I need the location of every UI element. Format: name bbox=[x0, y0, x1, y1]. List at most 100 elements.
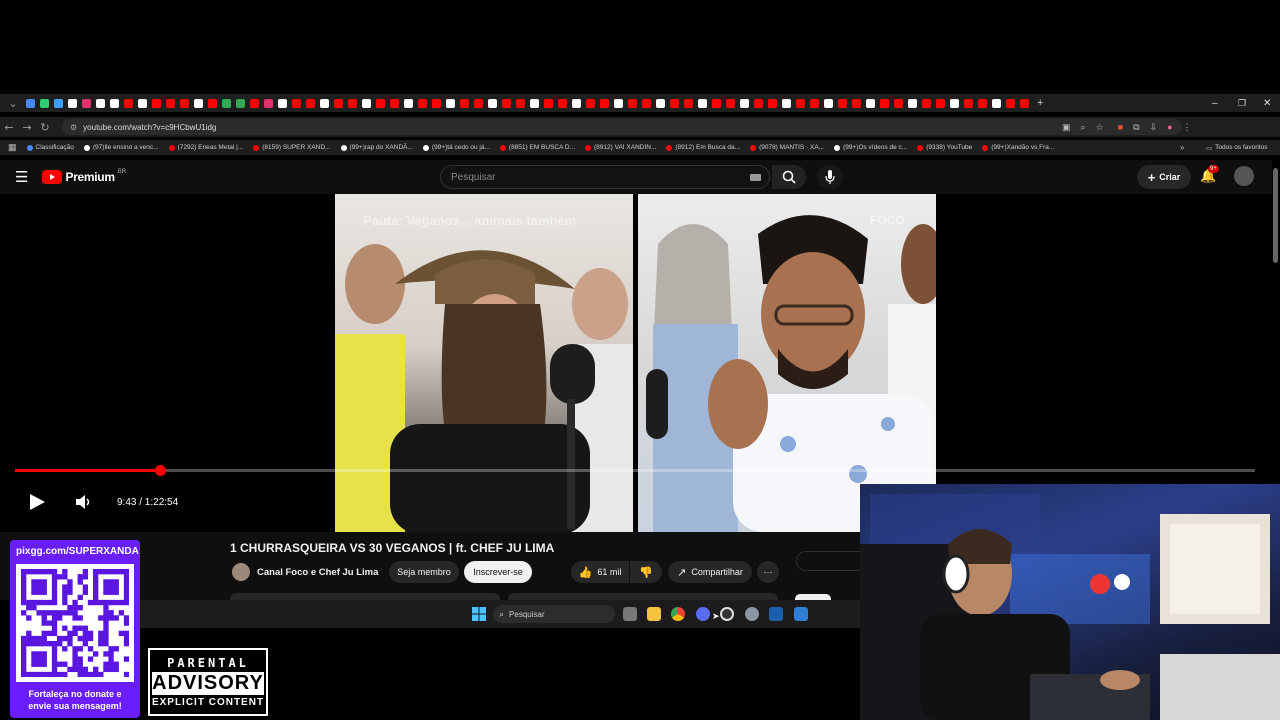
tab-favicon[interactable] bbox=[180, 98, 189, 108]
bookmark-item[interactable]: (9338) YouTube bbox=[917, 144, 972, 151]
tab-favicon[interactable] bbox=[880, 98, 889, 108]
tab-favicon[interactable] bbox=[54, 98, 63, 108]
dislike-button[interactable]: 👎 bbox=[630, 561, 662, 583]
progress-scrubber[interactable] bbox=[155, 465, 167, 476]
tab-favicon[interactable] bbox=[208, 98, 217, 108]
bookmark-item[interactable]: (99+)Os vídeos de c... bbox=[834, 144, 907, 151]
tab-favicon[interactable] bbox=[978, 98, 987, 108]
avatar[interactable] bbox=[1234, 166, 1254, 186]
join-button[interactable]: Seja membro bbox=[389, 561, 459, 583]
bookmark-item[interactable]: (8912) Em Busca da... bbox=[666, 144, 740, 151]
taskbar-search[interactable]: ⌕ Pesquisar bbox=[493, 605, 615, 623]
tab-favicon[interactable] bbox=[68, 98, 77, 108]
bookmark-item[interactable]: (99+)tá cedo ou já... bbox=[422, 144, 490, 151]
tab-favicon[interactable] bbox=[544, 98, 553, 108]
tab-favicon[interactable] bbox=[432, 98, 441, 108]
tab-favicon[interactable] bbox=[628, 98, 637, 108]
bookmarks-overflow-icon[interactable]: » bbox=[1180, 143, 1184, 152]
install-icon[interactable]: ▣ bbox=[1062, 122, 1071, 133]
tab-favicon[interactable] bbox=[138, 98, 147, 108]
search-input[interactable]: Pesquisar bbox=[440, 165, 770, 189]
zoom-icon[interactable]: ⌕ bbox=[1081, 122, 1086, 133]
bookmark-star-icon[interactable]: ☆ bbox=[1096, 122, 1104, 133]
tab-favicon[interactable] bbox=[642, 98, 651, 108]
notifications-button[interactable]: 🔔 9+ bbox=[1200, 165, 1219, 184]
tab-favicon[interactable] bbox=[894, 98, 903, 108]
tab-favicon[interactable] bbox=[698, 98, 707, 108]
tab-favicon[interactable] bbox=[348, 98, 357, 108]
youtube-logo[interactable]: Premium BR bbox=[42, 169, 126, 184]
tab-favicon[interactable] bbox=[124, 98, 133, 108]
channel-name[interactable]: Canal Foco e Chef Ju Lima bbox=[257, 567, 378, 578]
tab-favicon[interactable] bbox=[320, 98, 329, 108]
tab-favicon[interactable] bbox=[404, 98, 413, 108]
tab-favicon[interactable] bbox=[866, 98, 875, 108]
url-field[interactable]: ⚙ youtube.com/watch?v=c9HCbwU1idg bbox=[62, 119, 1182, 135]
tab-favicon[interactable] bbox=[684, 98, 693, 108]
bookmark-item[interactable]: (7292) Eneas Metal |... bbox=[168, 144, 243, 151]
tab-favicon[interactable] bbox=[334, 98, 343, 108]
tab-favicon[interactable] bbox=[824, 98, 833, 108]
hamburger-menu-icon[interactable]: ☰ bbox=[15, 168, 28, 186]
tab-favicon[interactable] bbox=[222, 98, 231, 108]
close-window-icon[interactable]: ✕ bbox=[1263, 98, 1271, 109]
settings-icon[interactable] bbox=[745, 607, 759, 621]
minimize-icon[interactable]: – bbox=[1212, 98, 1218, 109]
tab-favicon[interactable] bbox=[586, 98, 595, 108]
play-button[interactable] bbox=[28, 492, 46, 517]
tab-favicon[interactable] bbox=[264, 98, 273, 108]
tab-favicon[interactable] bbox=[964, 98, 973, 108]
tab-favicon[interactable] bbox=[992, 98, 1001, 108]
tab-favicon[interactable] bbox=[908, 98, 917, 108]
all-bookmarks-folder[interactable]: ▭ Todos os favoritos bbox=[1206, 144, 1268, 152]
tab-favicon[interactable] bbox=[306, 98, 315, 108]
tab-favicon[interactable] bbox=[768, 98, 777, 108]
tab-favicon[interactable] bbox=[390, 98, 399, 108]
tab-favicon[interactable] bbox=[82, 98, 91, 108]
tab-favicon[interactable] bbox=[460, 98, 469, 108]
more-actions-button[interactable]: ⋯ bbox=[757, 561, 779, 583]
tab-favicon[interactable] bbox=[474, 98, 483, 108]
apps-icon[interactable]: ▦ bbox=[8, 142, 17, 153]
tab-favicon[interactable] bbox=[278, 98, 287, 108]
share-button[interactable]: ↗ Compartilhar bbox=[668, 561, 752, 583]
tab-favicon[interactable] bbox=[936, 98, 945, 108]
new-tab-icon[interactable]: + bbox=[1037, 97, 1043, 109]
tab-favicon[interactable] bbox=[1020, 98, 1029, 108]
chrome-icon[interactable] bbox=[671, 607, 685, 621]
tab-favicon[interactable] bbox=[1006, 98, 1015, 108]
tab-favicon[interactable] bbox=[516, 98, 525, 108]
tab-favicon[interactable] bbox=[558, 98, 567, 108]
bookmark-item[interactable]: (8159) SUPER XAND... bbox=[253, 144, 331, 151]
voice-search-button[interactable] bbox=[817, 165, 843, 189]
tab-favicon[interactable] bbox=[362, 98, 371, 108]
tab-favicon[interactable] bbox=[754, 98, 763, 108]
tab-favicon[interactable] bbox=[922, 98, 931, 108]
bookmark-item[interactable]: (8912) VAI XANDIN... bbox=[585, 144, 656, 151]
app-icon[interactable] bbox=[696, 607, 710, 621]
tab-favicon[interactable] bbox=[600, 98, 609, 108]
bookmark-item[interactable]: (97)Ile ensino a venc... bbox=[83, 144, 159, 151]
tab-favicon[interactable] bbox=[810, 98, 819, 108]
obs-icon[interactable] bbox=[720, 607, 734, 621]
progress-bar[interactable] bbox=[15, 469, 1255, 472]
start-button[interactable] bbox=[472, 607, 486, 626]
tab-favicon[interactable] bbox=[110, 98, 119, 108]
tab-favicon[interactable] bbox=[950, 98, 959, 108]
tab-favicon[interactable] bbox=[292, 98, 301, 108]
page-scrollbar[interactable] bbox=[1273, 168, 1278, 263]
file-explorer-icon[interactable] bbox=[647, 607, 661, 621]
like-button[interactable]: 👍 61 mil bbox=[571, 561, 629, 583]
search-button[interactable] bbox=[772, 165, 806, 189]
reload-icon[interactable]: ↻ bbox=[36, 121, 54, 134]
browser-menu-icon[interactable]: ⋮ bbox=[1183, 122, 1192, 133]
tab-favicon[interactable] bbox=[852, 98, 861, 108]
tab-favicon[interactable] bbox=[152, 98, 161, 108]
site-info-icon[interactable]: ⚙ bbox=[70, 123, 77, 132]
video-player[interactable] bbox=[0, 194, 1272, 532]
tab-favicon[interactable] bbox=[250, 98, 259, 108]
tab-favicon[interactable] bbox=[726, 98, 735, 108]
bookmark-item[interactable]: (8851) EM BUSCA D... bbox=[499, 144, 575, 151]
tab-favicon[interactable] bbox=[488, 98, 497, 108]
tab-favicon[interactable] bbox=[26, 98, 35, 108]
